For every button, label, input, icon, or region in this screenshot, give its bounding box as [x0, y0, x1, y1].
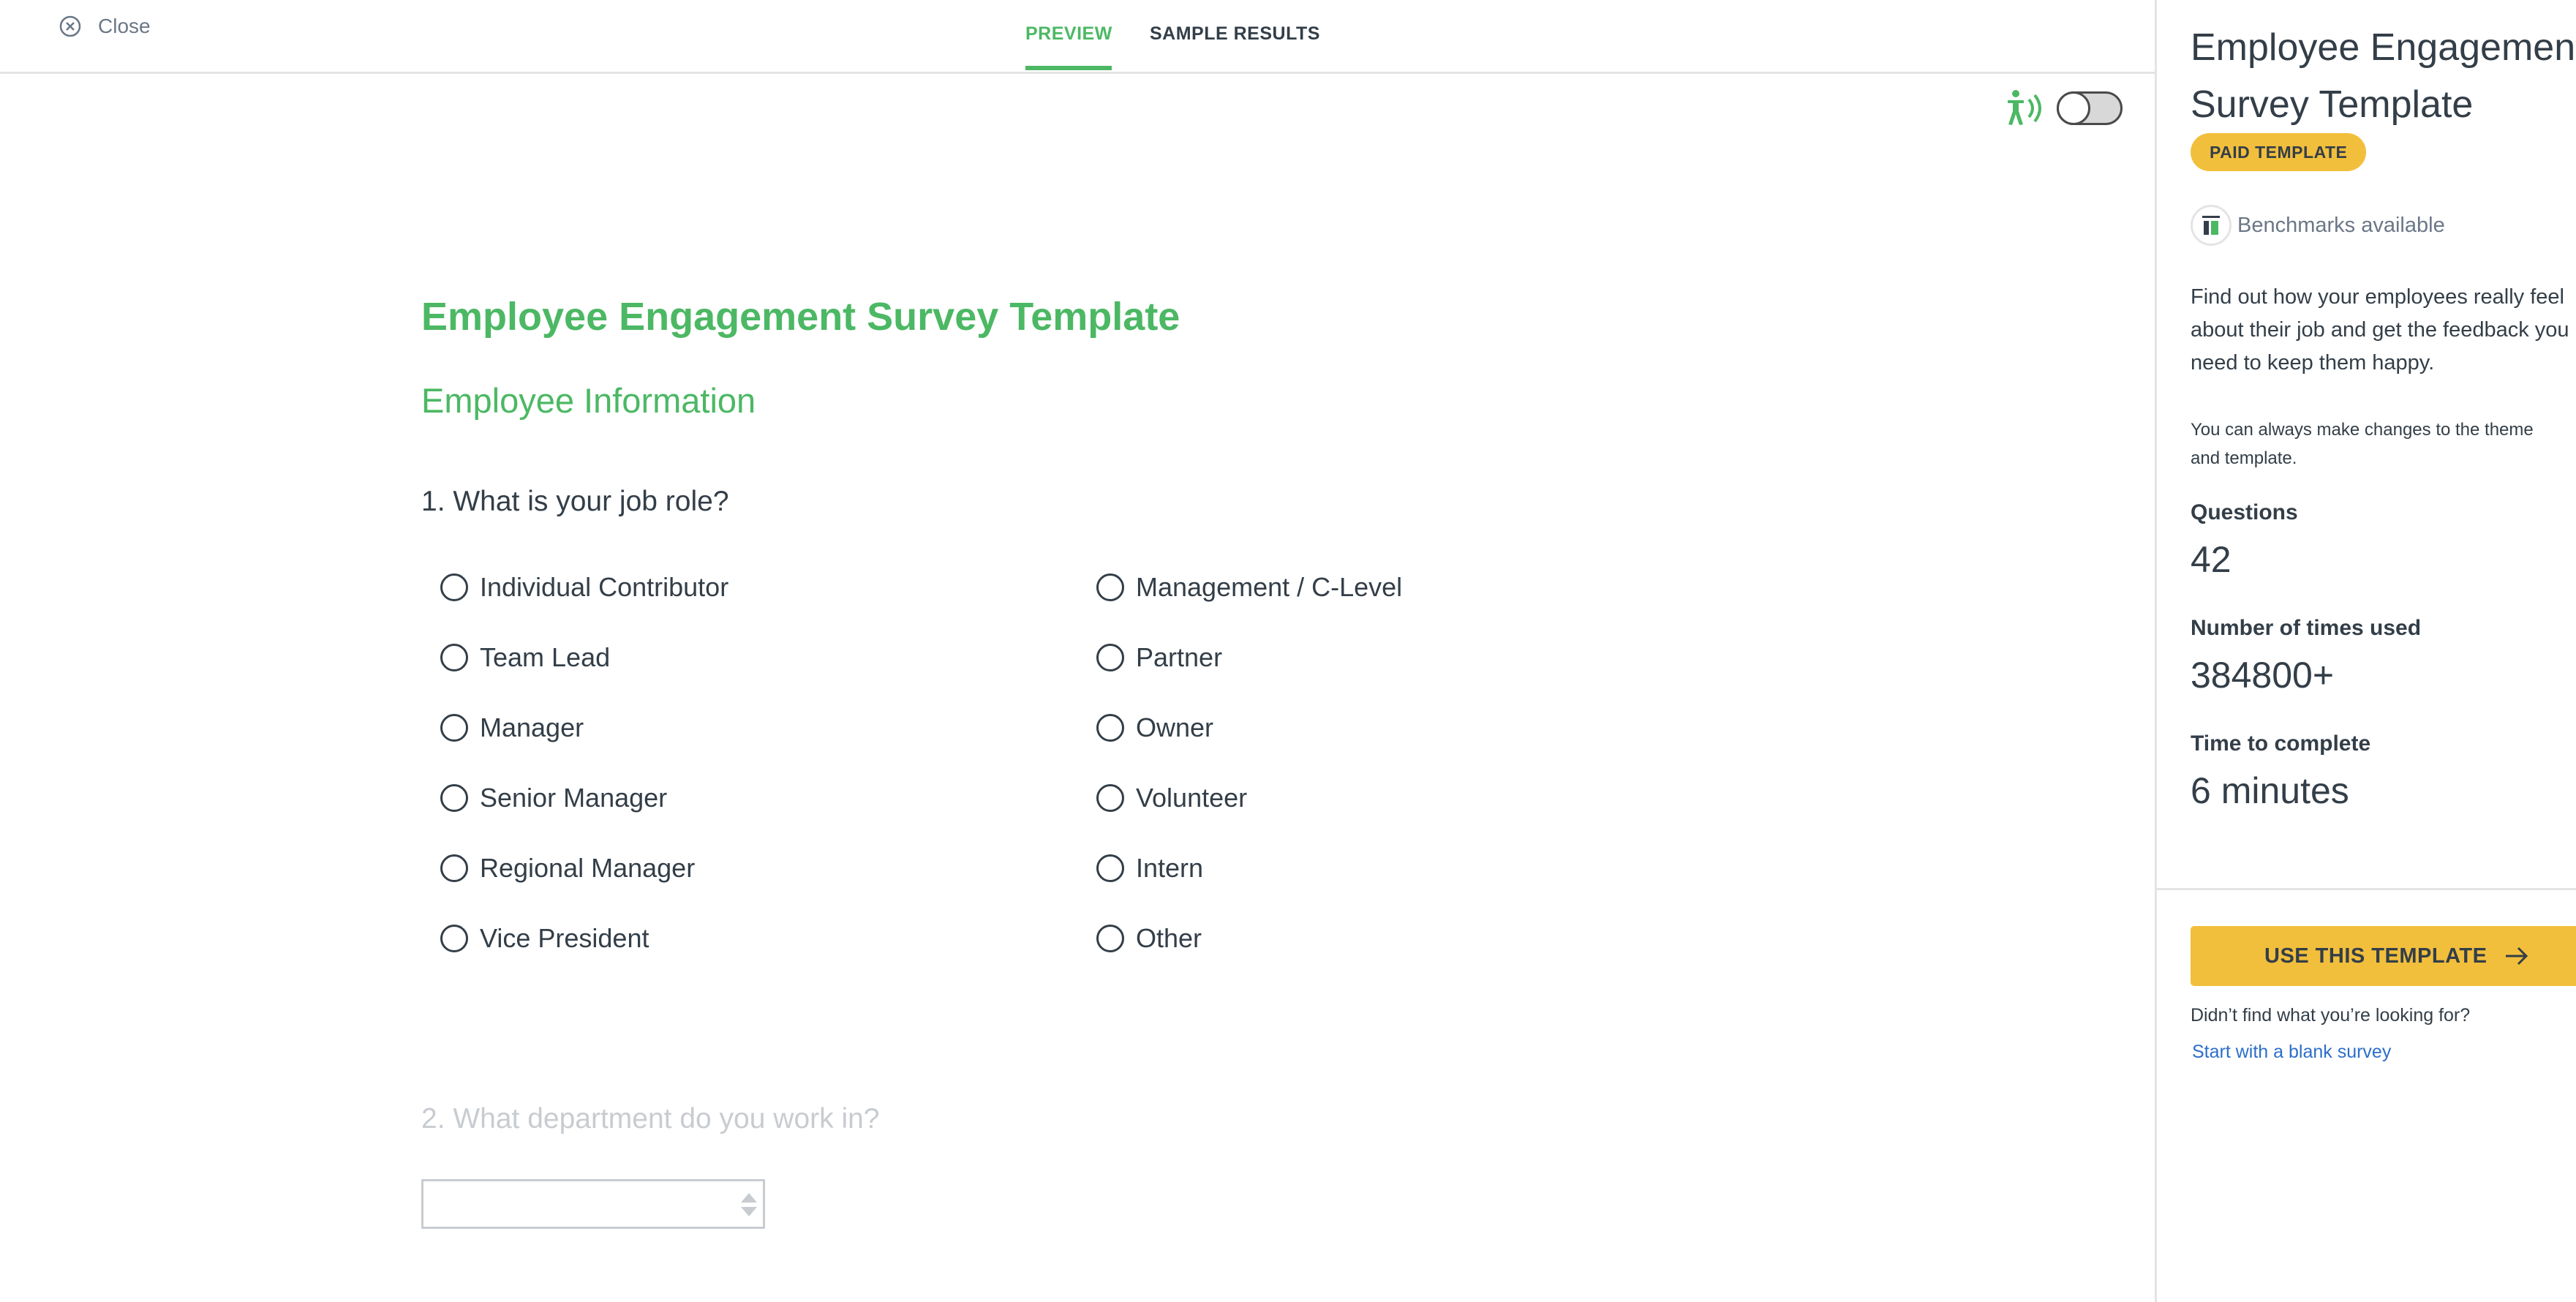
tab-sample-results[interactable]: SAMPLE RESULTS: [1150, 23, 1320, 45]
radio-button[interactable]: [440, 854, 468, 882]
template-note: You can always make changes to the theme…: [2191, 415, 2576, 473]
choice-other[interactable]: Other: [1096, 923, 1202, 954]
choice-team-lead[interactable]: Team Lead: [440, 642, 610, 673]
choice-label: Individual Contributor: [480, 572, 729, 602]
choice-partner[interactable]: Partner: [1096, 642, 1222, 673]
choice-regional-manager[interactable]: Regional Manager: [440, 853, 695, 884]
choice-label: Vice President: [480, 923, 649, 953]
choice-manager[interactable]: Manager: [440, 712, 584, 743]
close-button[interactable]: Close: [59, 15, 151, 38]
time-to-complete-value: 6 minutes: [2191, 770, 2349, 811]
radio-button[interactable]: [440, 784, 468, 812]
choice-label: Other: [1136, 923, 1202, 953]
template-details-panel: Employee Engagement Survey Template PAID…: [2157, 0, 2576, 1302]
choice-management-c-level[interactable]: Management / C-Level: [1096, 572, 1402, 603]
template-title-line-1: Employee Engagement: [2191, 26, 2576, 69]
choice-label: Partner: [1136, 642, 1223, 672]
accessibility-control: [2006, 86, 2123, 130]
choice-label: Regional Manager: [480, 853, 696, 883]
choice-intern[interactable]: Intern: [1096, 853, 1203, 884]
accessibility-icon: [2008, 90, 2041, 125]
tab-preview[interactable]: PREVIEW: [1025, 23, 1112, 45]
choice-label: Senior Manager: [480, 783, 668, 813]
radio-button[interactable]: [440, 644, 468, 671]
note-line: You can always make changes to the theme: [2191, 420, 2534, 440]
close-circle-icon: [59, 15, 81, 37]
choice-label: Team Lead: [480, 642, 611, 672]
choice-label: Volunteer: [1136, 783, 1248, 813]
survey-title: Employee Engagement Survey Template: [421, 295, 1180, 339]
question-2-text: 2. What department do you work in?: [421, 1103, 880, 1134]
time-to-complete-label: Time to complete: [2191, 731, 2371, 756]
question-1-text: 1. What is your job role?: [421, 486, 729, 517]
panel-section-divider: [2157, 888, 2576, 890]
radio-button[interactable]: [440, 573, 468, 601]
not-found-text: Didn’t find what you’re looking for?: [2191, 1005, 2471, 1026]
department-select[interactable]: [421, 1179, 765, 1229]
radio-button[interactable]: [1096, 714, 1124, 742]
close-label: Close: [98, 15, 151, 37]
questions-label: Questions: [2191, 500, 2298, 524]
description-line: about their job and get the feedback you: [2191, 318, 2569, 342]
choice-label: Manager: [480, 712, 584, 742]
radio-button[interactable]: [1096, 925, 1124, 952]
select-arrows-icon: [741, 1193, 757, 1216]
accessibility-toggle[interactable]: [2057, 91, 2123, 125]
questions-value: 42: [2191, 539, 2232, 580]
radio-button[interactable]: [1096, 854, 1124, 882]
radio-button[interactable]: [1096, 784, 1124, 812]
template-title-line-2: Survey Template: [2191, 83, 2474, 126]
note-line: and template.: [2191, 448, 2297, 468]
active-tab-indicator: [1025, 66, 1112, 70]
paid-template-badge: PAID TEMPLATE: [2191, 133, 2367, 171]
template-description: Find out how your employees really feel …: [2191, 281, 2576, 380]
description-line: Find out how your employees really feel: [2191, 285, 2564, 309]
choice-vice-president[interactable]: Vice President: [440, 923, 649, 954]
radio-button[interactable]: [1096, 644, 1124, 671]
choice-label: Management / C-Level: [1136, 572, 1403, 602]
toggle-knob: [2057, 91, 2090, 125]
page-title: Employee Information: [421, 381, 756, 420]
arrow-right-icon: [2506, 947, 2528, 966]
benchmarks-info: Benchmarks available: [2191, 205, 2445, 246]
benchmarks-label: Benchmarks available: [2237, 213, 2445, 237]
use-this-template-button[interactable]: USE THIS TEMPLATE: [2191, 926, 2576, 986]
radio-button[interactable]: [440, 925, 468, 952]
radio-button[interactable]: [1096, 573, 1124, 601]
times-used-label: Number of times used: [2191, 616, 2422, 640]
choice-owner[interactable]: Owner: [1096, 712, 1213, 743]
choice-senior-manager[interactable]: Senior Manager: [440, 783, 667, 813]
choice-individual-contributor[interactable]: Individual Contributor: [440, 572, 728, 603]
choice-label: Intern: [1136, 853, 1204, 883]
start-blank-survey-link[interactable]: Start with a blank survey: [2192, 1042, 2391, 1063]
times-used-value: 384800+: [2191, 655, 2335, 696]
radio-button[interactable]: [440, 714, 468, 742]
benchmark-icon: [2191, 205, 2232, 246]
choice-label: Owner: [1136, 712, 1214, 742]
choice-volunteer[interactable]: Volunteer: [1096, 783, 1247, 813]
description-line: need to keep them happy.: [2191, 351, 2435, 375]
use-template-label: USE THIS TEMPLATE: [2264, 944, 2488, 968]
template-title: Employee Engagement Survey Template: [2191, 19, 2576, 133]
top-bar: Close PREVIEW SAMPLE RESULTS: [0, 0, 2155, 74]
